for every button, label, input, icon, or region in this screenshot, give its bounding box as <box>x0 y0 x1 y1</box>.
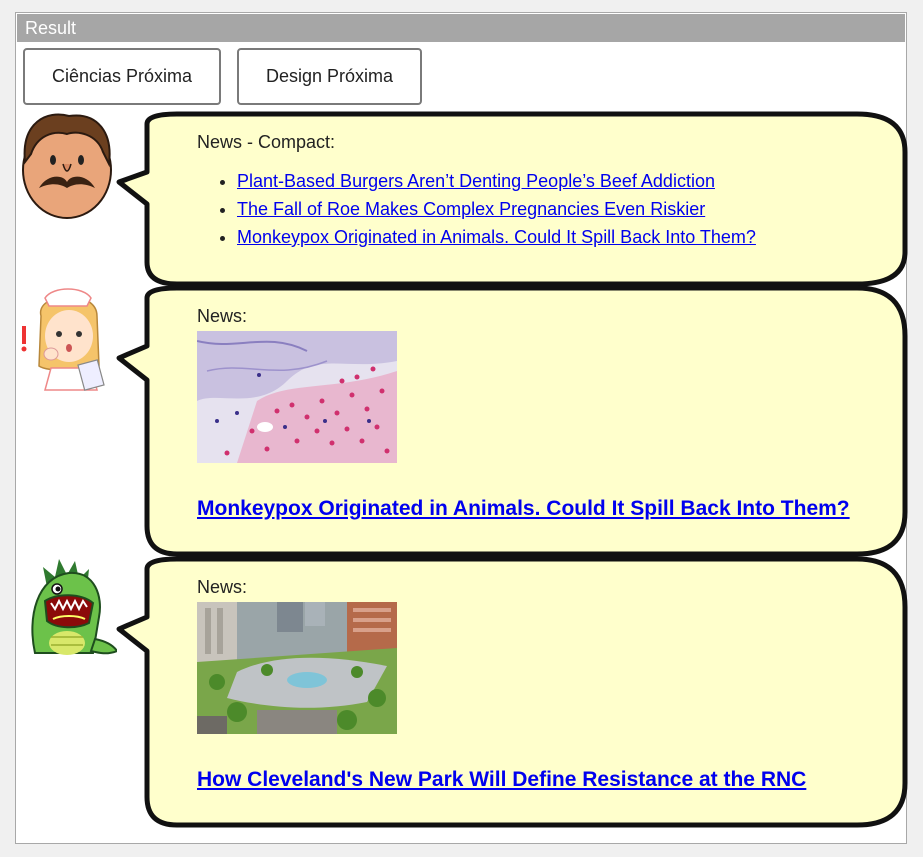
news-headline-link[interactable]: How Cleveland's New Park Will Define Res… <box>197 768 897 792</box>
result-panel: Result Ciências Próxima Design Próxima N… <box>15 12 908 844</box>
section-label: News: <box>197 577 248 597</box>
mustache-man-icon <box>22 113 112 219</box>
bubble-content: News - Compact: Plant-Based Burgers Aren… <box>197 132 877 251</box>
next-category-button[interactable]: Design Próxima <box>237 48 422 105</box>
list-item: Plant-Based Burgers Aren’t Denting Peopl… <box>237 167 877 195</box>
green-dinosaur-icon <box>31 559 117 655</box>
microscope-cells-image[interactable] <box>197 331 397 463</box>
news-link-list: Plant-Based Burgers Aren’t Denting Peopl… <box>197 167 877 251</box>
list-item: The Fall of Roe Makes Complex Pregnancie… <box>237 195 877 223</box>
news-link[interactable]: Plant-Based Burgers Aren’t Denting Peopl… <box>237 171 715 191</box>
nurse-girl-icon <box>21 288 105 391</box>
news-link[interactable]: Monkeypox Originated in Animals. Could I… <box>237 227 756 247</box>
panel-title: Result <box>17 14 905 42</box>
section-label: News: <box>197 306 248 326</box>
bubble-content: News: <box>197 306 897 521</box>
city-park-aerial-image[interactable] <box>197 602 397 734</box>
message-row-compact: News - Compact: Plant-Based Burgers Aren… <box>17 111 908 288</box>
bubble-content: News: <box>197 577 897 792</box>
list-item: Monkeypox Originated in Animals. Could I… <box>237 223 877 251</box>
message-row-news: News: <box>17 556 908 829</box>
message-row-news: News: <box>17 285 908 558</box>
section-label: News - Compact: <box>197 132 336 152</box>
news-link[interactable]: The Fall of Roe Makes Complex Pregnancie… <box>237 199 705 219</box>
prev-category-button[interactable]: Ciências Próxima <box>23 48 221 105</box>
news-headline-link[interactable]: Monkeypox Originated in Animals. Could I… <box>197 497 897 521</box>
